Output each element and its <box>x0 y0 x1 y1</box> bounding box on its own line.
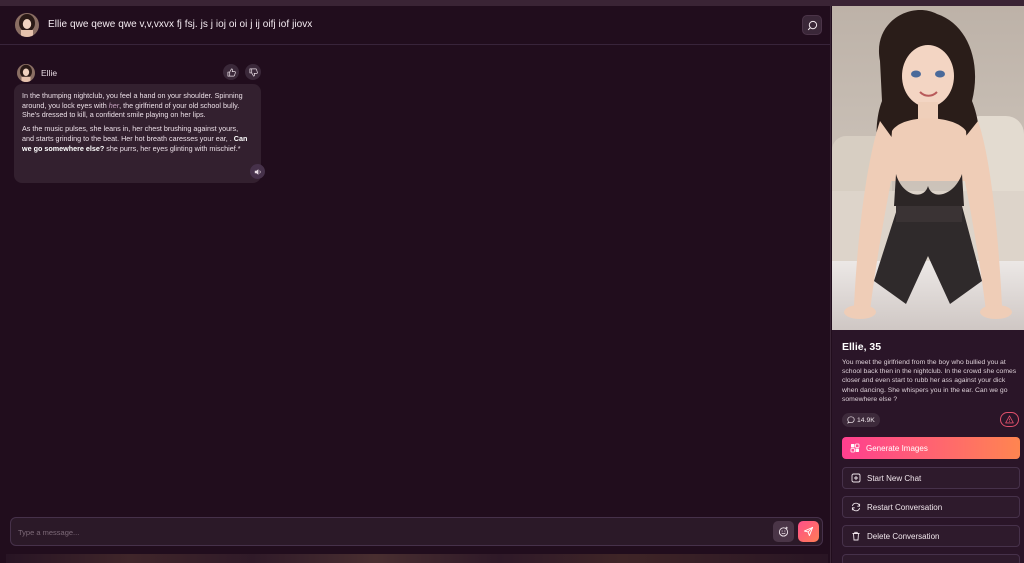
history-icon <box>807 20 817 30</box>
message-count-badge: 14.9K <box>842 413 880 427</box>
chat-title: Ellie qwe qewe qwe v,v,vxvx fj fsj. js j… <box>48 19 313 30</box>
message-text: she purrs, her eyes glinting with mischi… <box>104 143 241 153</box>
character-name: Ellie, 35 <box>842 341 882 353</box>
character-portrait <box>832 6 1024 330</box>
message-sender: Ellie <box>41 68 58 78</box>
play-audio-button[interactable] <box>250 164 265 179</box>
trash-icon <box>852 531 860 541</box>
start-new-chat-label: Start New Chat <box>867 473 922 483</box>
profile-pane: Ellie, 35 You meet the girlfriend from t… <box>832 6 1024 563</box>
report-button[interactable] <box>1000 412 1019 427</box>
header-avatar[interactable] <box>15 13 39 37</box>
message-paragraph-1: In the thumping nightclub, you feel a ha… <box>22 91 252 120</box>
image-gallery-icon <box>850 443 860 453</box>
message-text: As the music pulses, she leans in, her c… <box>22 124 239 143</box>
message-avatar <box>17 64 35 82</box>
warning-icon <box>1005 415 1014 424</box>
thumbs-up-icon <box>227 68 236 76</box>
thumbs-up-button[interactable] <box>223 64 239 80</box>
message-paragraph-2: As the music pulses, she leans in, her c… <box>22 124 252 153</box>
delete-conversation-label: Delete Conversation <box>867 531 940 541</box>
start-new-chat-button[interactable]: Start New Chat <box>842 467 1020 489</box>
thumbs-down-button[interactable] <box>245 64 261 80</box>
restart-conversation-button[interactable]: Restart Conversation <box>842 496 1020 518</box>
generate-images-button[interactable]: Generate Images <box>842 437 1020 459</box>
history-button[interactable] <box>802 15 822 35</box>
send-button[interactable] <box>798 521 819 542</box>
speaker-icon <box>254 168 261 175</box>
emoji-button[interactable] <box>773 521 794 542</box>
message-input-bar <box>10 517 823 546</box>
refresh-icon <box>851 502 861 512</box>
plus-square-icon <box>851 473 861 483</box>
emoji-icon <box>778 526 789 537</box>
thumbs-down-icon <box>249 68 258 76</box>
gallery-strip <box>6 554 828 563</box>
message-emphasis: her <box>108 100 120 110</box>
restart-conversation-label: Restart Conversation <box>867 502 943 512</box>
send-icon <box>803 526 814 537</box>
chat-bubble-icon <box>847 416 855 424</box>
more-actions-button[interactable] <box>842 554 1020 563</box>
generate-images-label: Generate Images <box>866 443 928 453</box>
message-count: 14.9K <box>857 416 875 424</box>
chat-pane: Ellie qwe qewe qwe v,v,vxvx fj fsj. js j… <box>0 6 831 563</box>
delete-conversation-button[interactable]: Delete Conversation <box>842 525 1020 547</box>
chat-header: Ellie qwe qewe qwe v,v,vxvx fj fsj. js j… <box>0 6 831 45</box>
character-description: You meet the girlfriend from the boy who… <box>842 359 1017 403</box>
message-input[interactable] <box>18 524 758 540</box>
message-bubble: In the thumping nightclub, you feel a ha… <box>14 84 265 183</box>
